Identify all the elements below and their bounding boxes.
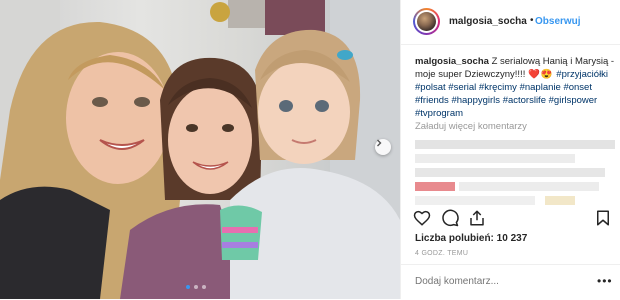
caption-emoji: ❤️😍 [527,69,554,80]
instagram-post: malgosia_socha • Obserwuj malgosia_socha… [0,0,620,299]
hashtag-link[interactable]: #actorslife [503,95,546,106]
hashtag-link[interactable]: #happygirls [451,95,500,106]
avatar[interactable] [413,8,440,35]
share-icon[interactable] [468,209,486,227]
hashtag-link[interactable]: #naplanie [520,82,561,93]
bookmark-icon[interactable] [594,209,612,227]
photo-illustration [0,0,400,299]
hashtag-link[interactable]: #przyjaciółki [556,69,608,80]
carousel-indicators [186,285,206,289]
follow-button[interactable]: Obserwuj [535,16,581,27]
post-header: malgosia_socha • Obserwuj [401,0,620,45]
post-side-panel: malgosia_socha • Obserwuj malgosia_socha… [400,0,620,299]
chevron-right-icon [377,139,382,147]
comment-input[interactable] [415,276,585,287]
header-username[interactable]: malgosia_socha [449,16,527,27]
load-more-comments-link[interactable]: Załaduj więcej komentarzy [415,121,527,132]
likes-count[interactable]: Liczba polubień: 10 237 [415,233,527,244]
heart-icon[interactable] [413,209,431,227]
hashtag-link[interactable]: #onset [563,82,592,93]
post-photo[interactable] [0,0,400,299]
blurred-comments [415,140,615,208]
comment-icon[interactable] [441,209,459,227]
caption-username[interactable]: malgosia_socha [415,56,489,67]
post-timestamp[interactable]: 4 GODZ. TEMU [415,250,468,257]
post-caption: malgosia_socha Z serialową Hanią i Marys… [415,55,615,120]
add-comment-section: ••• [401,264,620,300]
hashtag-link[interactable]: #polsat [415,82,446,93]
post-actions [413,209,613,229]
hashtag-link[interactable]: #tvprogram [415,108,463,119]
hashtag-link[interactable]: #serial [448,82,476,93]
more-options-button[interactable]: ••• [597,275,613,287]
hashtag-link[interactable]: #girlspower [549,95,598,106]
carousel-dot [194,285,198,289]
carousel-dot [202,285,206,289]
next-slide-button[interactable] [375,139,391,155]
carousel-dot [186,285,190,289]
hashtag-link[interactable]: #friends [415,95,449,106]
hashtag-link[interactable]: #kręcimy [479,82,517,93]
header-separator: • [530,15,534,26]
